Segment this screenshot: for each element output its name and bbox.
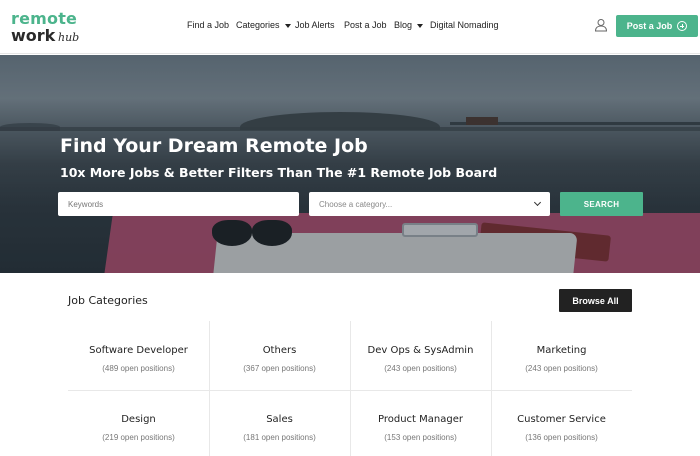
nav-find-a-job[interactable]: Find a Job	[187, 20, 229, 30]
nav-categories[interactable]: Categories	[236, 20, 291, 30]
hero-title: Find Your Dream Remote Job	[60, 135, 368, 157]
nav-job-alerts[interactable]: Job Alerts	[295, 20, 335, 30]
nav-label: Blog	[394, 20, 413, 30]
category-name: Software Developer	[89, 345, 188, 356]
hero-banner: Find Your Dream Remote Job 10x More Jobs…	[0, 55, 700, 273]
category-name: Dev Ops & SysAdmin	[367, 345, 474, 356]
category-card-product-manager[interactable]: Product Manager (153 open positions)	[350, 390, 491, 456]
category-card-customer-service[interactable]: Customer Service (136 open positions)	[491, 390, 632, 456]
nav-label: Post a Job	[344, 20, 387, 30]
category-card-software-developer[interactable]: Software Developer (489 open positions)	[68, 321, 209, 390]
category-count: (489 open positions)	[102, 364, 175, 373]
category-card-design[interactable]: Design (219 open positions)	[68, 390, 209, 456]
category-count: (243 open positions)	[525, 364, 598, 373]
post-a-job-label: Post a Job	[626, 21, 673, 31]
category-card-marketing[interactable]: Marketing (243 open positions)	[491, 321, 632, 390]
nav-digital-nomading[interactable]: Digital Nomading	[430, 20, 499, 30]
search-button[interactable]: SEARCH	[560, 192, 643, 216]
hero-subtitle: 10x More Jobs & Better Filters Than The …	[60, 165, 498, 180]
nav-label: Digital Nomading	[430, 20, 499, 30]
category-count: (219 open positions)	[102, 433, 175, 442]
category-grid: Software Developer (489 open positions) …	[68, 321, 632, 456]
nav-label: Job Alerts	[295, 20, 335, 30]
category-name: Customer Service	[517, 414, 606, 425]
hero-overlay	[0, 55, 700, 273]
nav-label: Find a Job	[187, 20, 230, 30]
category-count: (181 open positions)	[243, 433, 316, 442]
category-select-placeholder: Choose a category...	[319, 199, 393, 209]
nav-blog[interactable]: Blog	[394, 20, 424, 30]
chevron-down-icon	[417, 23, 424, 28]
category-count: (153 open positions)	[384, 433, 457, 442]
category-count: (367 open positions)	[243, 364, 316, 373]
plus-circle-icon	[677, 21, 688, 31]
category-select[interactable]: Choose a category...	[309, 192, 550, 216]
user-icon[interactable]	[594, 18, 608, 32]
browse-all-label: Browse All	[572, 295, 619, 306]
nav-label: Categories	[236, 20, 280, 30]
category-count: (243 open positions)	[384, 364, 457, 373]
chevron-down-icon	[284, 23, 291, 28]
logo-text-hub: hub	[58, 31, 80, 44]
post-a-job-button[interactable]: Post a Job	[616, 15, 698, 37]
category-name: Sales	[266, 414, 293, 425]
category-name: Design	[121, 414, 156, 425]
category-name: Marketing	[536, 345, 587, 356]
job-categories-heading: Job Categories	[68, 294, 148, 307]
category-count: (136 open positions)	[525, 433, 598, 442]
browse-all-button[interactable]: Browse All	[559, 289, 632, 312]
category-card-dev-ops-sysadmin[interactable]: Dev Ops & SysAdmin (243 open positions)	[350, 321, 491, 390]
category-name: Product Manager	[378, 414, 463, 425]
search-button-label: SEARCH	[583, 199, 620, 209]
chevron-down-icon	[533, 198, 542, 207]
category-card-others[interactable]: Others (367 open positions)	[209, 321, 350, 390]
category-name: Others	[262, 345, 297, 356]
site-header: remote work hub Find a Job Categories Jo…	[0, 0, 700, 54]
logo-text-work: work	[11, 26, 56, 45]
keywords-input[interactable]	[58, 192, 299, 216]
site-logo[interactable]: remote work hub	[11, 9, 87, 45]
nav-post-a-job[interactable]: Post a Job	[344, 20, 387, 30]
category-card-sales[interactable]: Sales (181 open positions)	[209, 390, 350, 456]
